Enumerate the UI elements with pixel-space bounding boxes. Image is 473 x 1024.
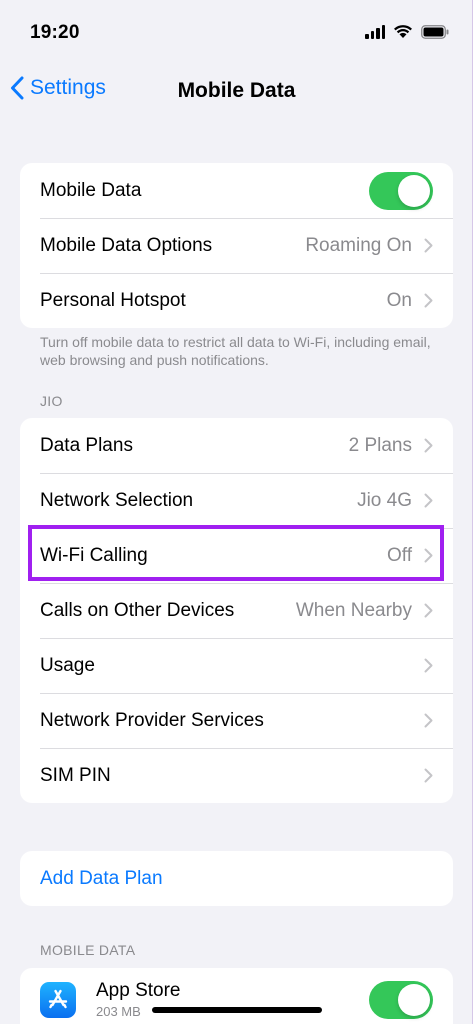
row-label: Mobile Data Options [40,234,213,256]
app-store-icon [40,982,76,1018]
row-label: SIM PIN [40,764,111,786]
mobile-data-group: Mobile Data Mobile Data Options Roaming … [20,163,453,328]
row-sim-pin[interactable]: SIM PIN [20,748,453,803]
status-bar: 19:20 [0,0,473,64]
app-name: App Store [96,979,181,1001]
wifi-icon [393,24,413,39]
chevron-right-icon [424,548,433,563]
toggle-knob [398,174,430,207]
home-indicator [152,1007,322,1013]
status-icons [365,24,449,39]
mobile-data-toggle[interactable] [369,171,433,210]
mobile-data-footer-note: Turn off mobile data to restrict all dat… [40,334,431,368]
row-value: Off [387,544,412,566]
app-row-app-store: App Store 203 MB [20,968,453,1024]
row-label: Wi-Fi Calling [40,544,148,566]
chevron-right-icon [424,493,433,508]
row-label: Mobile Data [40,179,142,201]
add-data-plan-label: Add Data Plan [40,867,163,889]
chevron-right-icon [424,768,433,783]
mobile-data-screen: 19:20 Settings Mobile Data Mobile Data M… [0,0,473,1024]
row-value: Roaming On [305,234,412,256]
carrier-group: Data Plans 2 Plans Network Selection Jio… [20,418,453,803]
row-label: Network Provider Services [40,709,264,731]
toggle-knob [398,984,430,1016]
row-network-provider-services[interactable]: Network Provider Services [20,693,453,748]
chevron-right-icon [424,603,433,618]
signal-icon [365,24,385,39]
section-header-mobile-data: MOBILE DATA [40,942,136,958]
app-store-toggle[interactable] [369,981,433,1019]
chevron-right-icon [424,293,433,308]
chevron-right-icon [424,438,433,453]
row-calls-on-other-devices[interactable]: Calls on Other Devices When Nearby [20,583,453,638]
row-value: 2 Plans [348,434,412,456]
row-label: Network Selection [40,489,194,511]
row-mobile-data: Mobile Data [20,163,453,218]
row-value: When Nearby [295,599,412,621]
row-wifi-calling[interactable]: Wi-Fi Calling Off [20,528,453,583]
battery-icon [421,24,449,39]
page-title: Mobile Data [177,79,296,102]
chevron-right-icon [424,238,433,253]
navigation-bar: Settings Mobile Data [0,64,473,120]
row-label: Calls on Other Devices [40,599,235,621]
row-usage[interactable]: Usage [20,638,453,693]
row-value: Jio 4G [357,489,412,511]
chevron-right-icon [424,713,433,728]
add-data-plan-group: Add Data Plan [20,851,453,906]
row-personal-hotspot[interactable]: Personal Hotspot On [20,273,453,328]
status-time: 19:20 [30,22,80,43]
row-data-plans[interactable]: Data Plans 2 Plans [20,418,453,473]
row-value: On [386,289,412,311]
chevron-right-icon [424,658,433,673]
row-label: Personal Hotspot [40,289,186,311]
row-network-selection[interactable]: Network Selection Jio 4G [20,473,453,528]
apps-group: App Store 203 MB [20,968,453,1024]
section-header-carrier: JIO [40,393,63,409]
row-mobile-data-options[interactable]: Mobile Data Options Roaming On [20,218,453,273]
row-label: Usage [40,654,95,676]
row-label: Data Plans [40,434,133,456]
add-data-plan-button[interactable]: Add Data Plan [20,851,453,906]
